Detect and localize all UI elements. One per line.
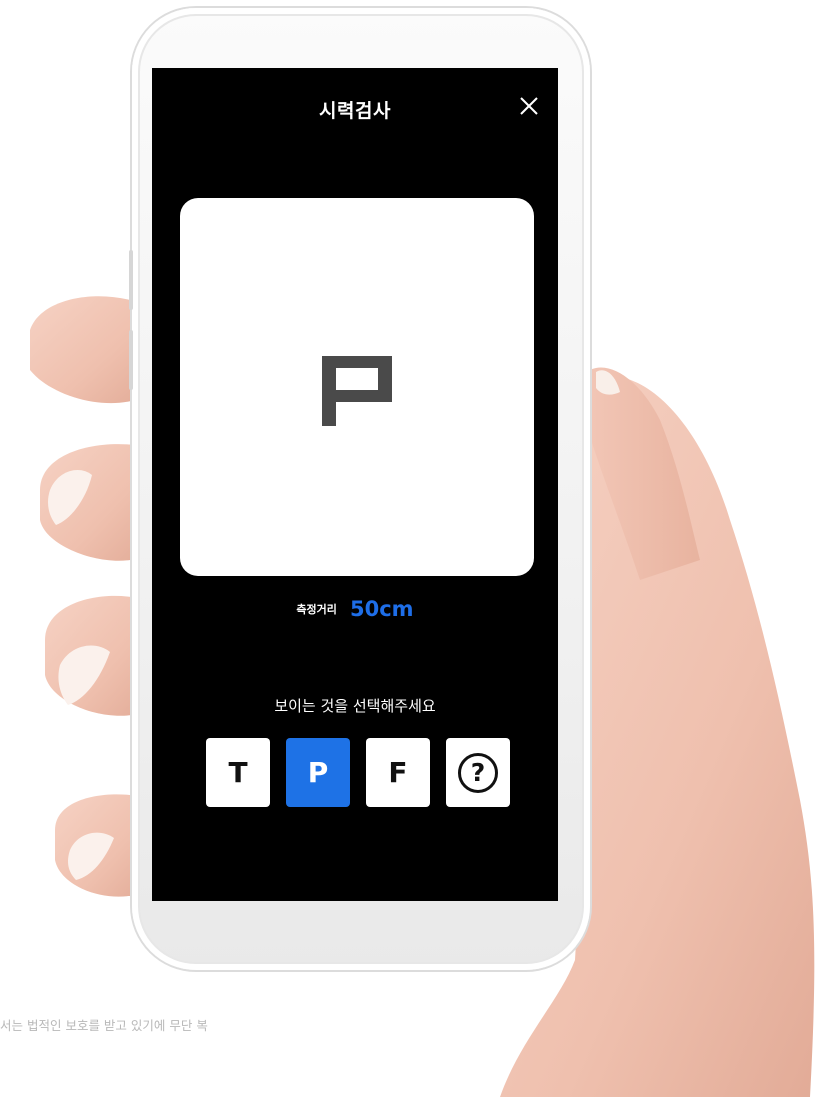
close-icon[interactable]: [518, 95, 540, 117]
optotype-card: [180, 198, 534, 576]
phone-side-button: [129, 250, 133, 310]
optotype-letter-p: [322, 356, 392, 426]
copyright-note: 서는 법적인 보호를 받고 있기에 무단 복: [0, 1018, 208, 1033]
choice-unknown-button[interactable]: ?: [446, 738, 510, 807]
distance-value: 50cm: [350, 597, 414, 621]
instruction-text: 보이는 것을 선택해주세요: [274, 697, 436, 715]
phone-side-button: [129, 330, 133, 390]
distance-row: 측정거리 50cm: [152, 597, 558, 621]
answer-choices: T P F ?: [206, 738, 510, 807]
question-circle-icon: ?: [458, 752, 498, 793]
page-title: 시력검사: [319, 100, 391, 122]
choice-f-button[interactable]: F: [366, 738, 430, 807]
choice-p-button[interactable]: P: [286, 738, 350, 807]
choice-t-button[interactable]: T: [206, 738, 270, 807]
distance-label: 측정거리: [296, 603, 337, 616]
phone-screen: 시력검사 측정거리 50cm 보이는 것을 선택해주세요 T P F ?: [152, 68, 558, 901]
